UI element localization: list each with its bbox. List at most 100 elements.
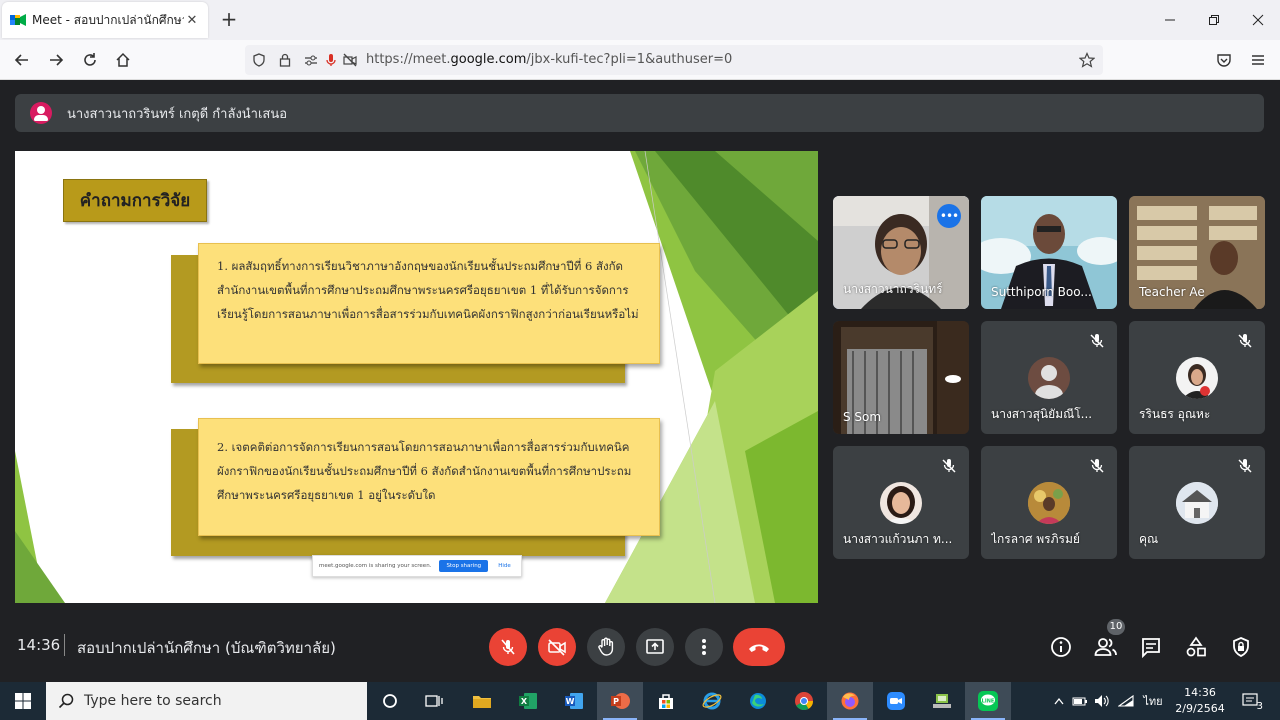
meet-control-bar: 14:36 สอบปากเปล่านักศึกษา (บัณฑิตวิทยาลั… [0, 612, 1280, 682]
line-icon[interactable]: LINE [965, 682, 1011, 720]
new-tab-button[interactable]: + [218, 8, 240, 30]
shield-icon[interactable] [251, 52, 267, 68]
participant-tile[interactable]: นางสาวแก้วนภา ท... [833, 446, 969, 559]
participant-tile[interactable]: ไกรลาศ พรภิรมย์ [981, 446, 1117, 559]
participant-tile[interactable]: Teacher Ae [1129, 196, 1265, 309]
camera-toggle-button[interactable] [538, 628, 576, 666]
menu-hamburger-icon[interactable] [1246, 48, 1270, 72]
present-screen-button[interactable] [636, 628, 674, 666]
excel-icon[interactable]: X [505, 682, 551, 720]
slide-title: คำถามการวิจัย [63, 179, 207, 222]
svg-text:W: W [566, 697, 575, 706]
back-icon[interactable] [10, 48, 34, 72]
input-language[interactable]: ไทย [1140, 682, 1166, 720]
pocket-icon[interactable] [1212, 48, 1236, 72]
meeting-clock: 14:36 [17, 636, 61, 654]
close-window-icon[interactable] [1236, 0, 1280, 40]
more-options-icon[interactable]: ••• [937, 204, 961, 228]
hide-button[interactable]: Hide [498, 563, 511, 569]
participant-tile[interactable]: คุณ [1129, 446, 1265, 559]
restore-icon[interactable] [1192, 0, 1236, 40]
people-icon [1094, 638, 1117, 656]
edge-icon[interactable] [735, 682, 781, 720]
internet-explorer-icon[interactable] [689, 682, 735, 720]
firefox-icon[interactable] [827, 682, 873, 720]
volume-icon[interactable] [1092, 682, 1112, 720]
participant-avatar [1176, 357, 1218, 399]
notification-count: 3 [1256, 701, 1263, 712]
participant-name: รรินธร อุณหะ [1139, 407, 1211, 421]
meeting-details-button[interactable] [1046, 632, 1076, 662]
participant-tile[interactable]: S Som [833, 321, 969, 434]
stop-sharing-button[interactable]: Stop sharing [439, 560, 489, 572]
browser-nav-bar: https://meet.google.com/jbx-kufi-tec?pli… [0, 40, 1280, 80]
microphone-active-icon[interactable] [323, 52, 339, 68]
question2-box: 2. เจตคติต่อการจัดการเรียนการสอนโดยการสอ… [198, 418, 660, 536]
notifications-icon[interactable]: 3 [1236, 682, 1266, 720]
mic-off-icon [1238, 334, 1252, 348]
presenter-avatar [30, 102, 52, 124]
bookmark-star-icon[interactable] [1079, 52, 1095, 68]
present-screen-icon [646, 639, 664, 654]
file-explorer-icon[interactable] [459, 682, 505, 720]
participant-tile[interactable]: Sutthiporn Boo... [981, 196, 1117, 309]
taskbar-date: 2/9/2564 [1175, 702, 1225, 715]
host-controls-button[interactable] [1226, 632, 1256, 662]
url-domain: google.com [450, 52, 527, 67]
taskbar-search-box[interactable]: Type here to search [46, 682, 367, 720]
hand-icon [598, 637, 614, 656]
more-options-button[interactable] [685, 628, 723, 666]
browser-tab-bar: Meet - สอบปากเปล่านักศึกษา (บัณ ✕ + [0, 0, 1280, 40]
zoom-icon[interactable] [873, 682, 919, 720]
minimize-icon[interactable] [1148, 0, 1192, 40]
store-icon[interactable] [643, 682, 689, 720]
participant-name: นางสาวสุนิยัมณีโ... [991, 407, 1093, 421]
people-button[interactable] [1091, 632, 1121, 662]
participant-avatar [1028, 357, 1070, 399]
chat-button[interactable] [1136, 632, 1166, 662]
participant-name: นางสาวนาถวรินทร์ [843, 282, 943, 296]
word-icon[interactable]: W [551, 682, 597, 720]
permissions-icon[interactable] [303, 52, 319, 68]
participant-tile[interactable]: รรินธร อุณหะ [1129, 321, 1265, 434]
forward-icon[interactable] [44, 48, 68, 72]
divider [64, 634, 65, 656]
mic-toggle-button[interactable] [489, 628, 527, 666]
tab-close-icon[interactable]: ✕ [184, 13, 200, 28]
lock-icon[interactable] [277, 52, 293, 68]
battery-icon[interactable] [1070, 682, 1090, 720]
activities-button[interactable] [1181, 632, 1211, 662]
participant-tile[interactable]: นางสาวสุนิยัมณีโ... [981, 321, 1117, 434]
camera-blocked-icon[interactable] [342, 52, 358, 68]
task-view-icon[interactable] [411, 682, 457, 720]
hang-up-icon [749, 644, 769, 652]
network-app-icon[interactable] [919, 682, 965, 720]
tray-expand-icon[interactable] [1049, 682, 1069, 720]
powerpoint-icon[interactable]: P [597, 682, 643, 720]
svg-text:LINE: LINE [982, 699, 995, 705]
presenter-text: นางสาวนาถวรินทร์ เกตุดี กำลังนำเสนอ [67, 106, 288, 122]
wifi-icon[interactable] [1116, 682, 1136, 720]
home-icon[interactable] [111, 48, 135, 72]
camera-off-icon [548, 639, 566, 656]
url-text[interactable]: https://meet.google.com/jbx-kufi-tec?pli… [366, 52, 732, 67]
participant-avatar [1028, 482, 1070, 524]
windows-taskbar: Type here to search X W P LINE ไทย 14:36… [0, 682, 1280, 720]
meeting-title: สอบปากเปล่านักศึกษา (บัณฑิตวิทยาลัย) [77, 639, 336, 657]
browser-tab-meet[interactable]: Meet - สอบปากเปล่านักศึกษา (บัณ ✕ [2, 2, 208, 38]
chrome-icon[interactable] [781, 682, 827, 720]
participant-name: นางสาวแก้วนภา ท... [843, 532, 953, 546]
mic-off-icon [1238, 459, 1252, 473]
start-button[interactable] [0, 682, 46, 720]
taskbar-clock[interactable]: 14:36 2/9/2564 [1172, 685, 1228, 717]
search-icon [58, 693, 74, 709]
leave-call-button[interactable] [733, 628, 785, 666]
participant-tile-presenter[interactable]: ••• นางสาวนาถวรินทร์ [833, 196, 969, 309]
cortana-icon[interactable] [367, 682, 413, 720]
url-bar[interactable]: https://meet.google.com/jbx-kufi-tec?pli… [245, 45, 1103, 75]
participant-count-badge: 10 [1107, 619, 1125, 635]
taskbar-time: 14:36 [1184, 686, 1216, 699]
participant-name: คุณ [1139, 532, 1159, 546]
reload-icon[interactable] [78, 48, 102, 72]
raise-hand-button[interactable] [587, 628, 625, 666]
